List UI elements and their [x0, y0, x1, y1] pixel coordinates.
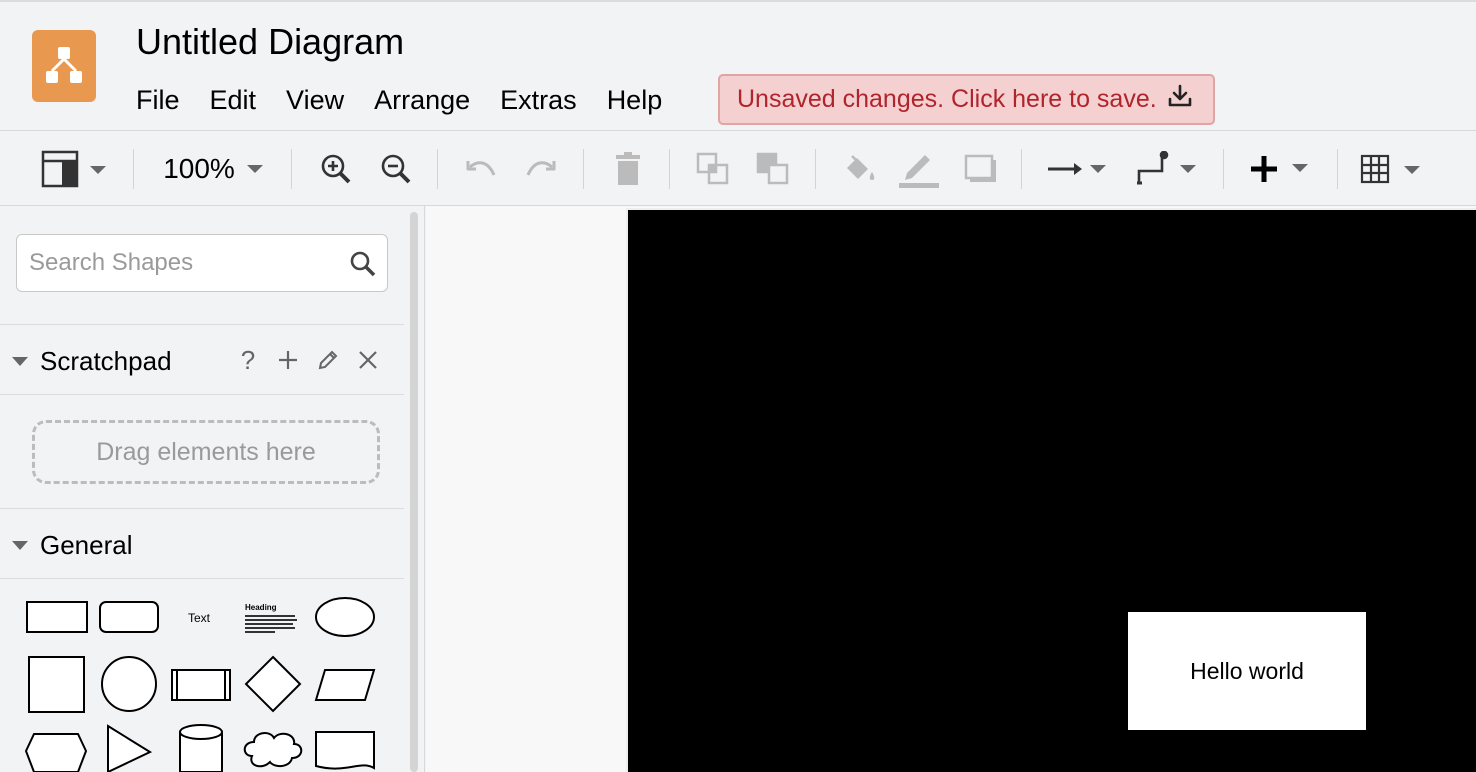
zoom-level: 100% [163, 153, 235, 184]
zoom-dropdown[interactable]: 100% [160, 131, 270, 207]
fill-color-button[interactable] [838, 131, 880, 207]
menu-view[interactable]: View [271, 82, 359, 118]
zoom-in-button[interactable] [316, 131, 356, 207]
shape-rectangle[interactable] [26, 601, 88, 633]
divider [0, 508, 404, 509]
toolbar-separator [1337, 149, 1338, 189]
drawio-logo-icon[interactable] [32, 30, 96, 102]
zoom-out-icon [381, 154, 411, 184]
shape-document[interactable] [315, 731, 375, 770]
menu-edit[interactable]: Edit [195, 82, 272, 118]
document-title[interactable]: Untitled Diagram [136, 20, 404, 64]
toolbar-separator [133, 149, 134, 189]
undo-button[interactable] [460, 131, 502, 207]
toolbar-separator [1021, 149, 1022, 189]
shape-process[interactable] [171, 669, 231, 701]
shadow-button[interactable] [960, 131, 1002, 207]
shape-ellipse[interactable] [315, 597, 375, 637]
toolbar-separator [1223, 149, 1224, 189]
shape-rounded-rectangle[interactable] [99, 601, 159, 633]
shape-parallelogram[interactable] [314, 669, 376, 701]
toolbar: 100% [0, 130, 1476, 206]
diagram-page[interactable]: Hello world [626, 208, 1476, 772]
collapse-triangle-icon [12, 540, 28, 550]
to-back-button[interactable] [752, 131, 794, 207]
table-icon [1360, 154, 1420, 184]
search-icon[interactable] [349, 250, 377, 283]
connection-style-button[interactable] [1044, 131, 1114, 207]
scratchpad-actions: ? [234, 345, 382, 375]
general-header[interactable]: General [0, 510, 404, 580]
line-color-icon [899, 155, 939, 188]
add-icon[interactable] [274, 346, 302, 374]
toolbar-separator [815, 149, 816, 189]
search-input[interactable] [29, 235, 349, 291]
menu-file[interactable]: File [136, 82, 195, 118]
menu-bar: File Edit View Arrange Extras Help [136, 82, 677, 118]
hello-world-shape[interactable]: Hello world [1128, 612, 1366, 730]
diagram-canvas[interactable]: Hello world [426, 206, 1476, 772]
shape-cloud[interactable] [243, 732, 303, 768]
redo-button[interactable] [520, 131, 562, 207]
unsaved-changes-button[interactable]: Unsaved changes. Click here to save. [718, 74, 1215, 125]
to-back-icon [756, 152, 789, 185]
shape-square[interactable] [28, 656, 85, 713]
insert-button[interactable] [1246, 131, 1314, 207]
search-box [16, 234, 388, 292]
scratchpad-header[interactable]: Scratchpad ? [0, 326, 404, 396]
shape-triangle[interactable] [107, 724, 153, 772]
waypoints-icon [1137, 151, 1196, 185]
shape-textbox[interactable]: Heading [245, 603, 297, 633]
menu-arrange[interactable]: Arrange [359, 82, 485, 118]
menu-extras[interactable]: Extras [485, 82, 592, 118]
zoom-out-button[interactable] [376, 131, 416, 207]
divider [0, 578, 404, 579]
shape-text-sample[interactable]: Text [188, 611, 211, 625]
fill-color-icon [847, 155, 875, 180]
sidebar-scrollbar[interactable] [410, 212, 418, 772]
delete-icon [616, 152, 640, 185]
waypoints-button[interactable] [1134, 131, 1202, 207]
to-front-button[interactable] [692, 131, 734, 207]
connection-icon [1048, 163, 1106, 175]
toolbar-separator [583, 149, 584, 189]
chevron-down-icon [246, 165, 263, 173]
shape-circle[interactable] [101, 656, 157, 712]
download-icon [1167, 83, 1193, 116]
delete-button[interactable] [608, 131, 648, 207]
undo-icon [466, 161, 496, 176]
divider [0, 394, 404, 395]
app-window: Untitled Diagram File Edit View Arrange … [0, 0, 1476, 772]
shape-cylinder[interactable] [179, 724, 223, 772]
edit-icon[interactable] [314, 346, 342, 374]
shape-diamond[interactable] [244, 655, 302, 713]
divider [0, 324, 404, 325]
line-color-button[interactable] [896, 131, 942, 207]
close-icon[interactable] [354, 346, 382, 374]
redo-icon [526, 161, 556, 176]
to-front-icon [696, 152, 729, 185]
shadow-icon [964, 154, 996, 182]
insert-icon [1251, 156, 1308, 182]
help-icon[interactable]: ? [234, 345, 262, 375]
header: Untitled Diagram File Edit View Arrange … [0, 0, 1476, 130]
shapes-sidebar: Scratchpad ? Drag elements here General [0, 206, 425, 772]
general-shapes-palette: Text Heading [24, 597, 376, 772]
toolbar-separator [291, 149, 292, 189]
save-banner-label: Unsaved changes. Click here to save. [737, 85, 1157, 113]
scratchpad-title: Scratchpad [40, 345, 172, 376]
shape-heading-sample: Heading [245, 603, 277, 612]
format-panel-icon [40, 149, 110, 189]
scratchpad-dropzone[interactable]: Drag elements here [32, 420, 380, 484]
toolbar-separator [437, 149, 438, 189]
table-button[interactable] [1358, 131, 1426, 207]
menu-help[interactable]: Help [592, 82, 678, 118]
format-panel-button[interactable] [40, 131, 110, 207]
zoom-in-icon [321, 154, 351, 184]
general-title: General [40, 529, 133, 560]
shape-hexagon[interactable] [24, 733, 88, 772]
collapse-triangle-icon [12, 356, 28, 366]
toolbar-separator [669, 149, 670, 189]
